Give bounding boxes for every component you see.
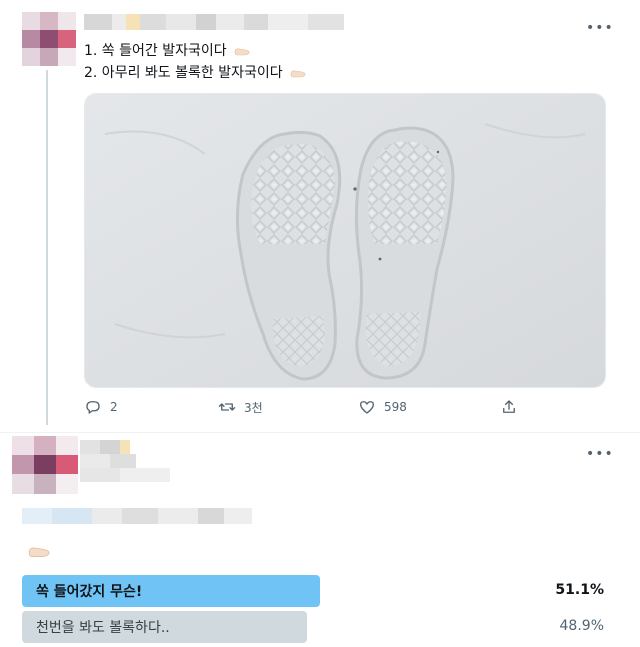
like-count: 598 [384,400,407,414]
tweet-action-bar: 2 3천 598 [84,398,604,418]
poll-option-1-percent: 51.1% [555,582,604,598]
like-button[interactable]: 598 [358,398,407,416]
avatar-pixelated[interactable] [22,12,76,66]
thread-connector-line [46,70,48,425]
tweet-line-2-text: 2. 아무리 봐도 볼록한 발자국이다 [84,65,283,81]
tweet-line-1: 1. 쏙 들어간 발자국이다 [84,40,307,62]
share-icon [503,400,515,413]
reply-author-name-blurred[interactable] [80,440,170,484]
foot-emoji [28,547,50,558]
reply-count: 2 [110,400,118,414]
tweet-line-2: 2. 아무리 봐도 볼록한 발자국이다 [84,62,307,84]
more-options-icon[interactable]: ••• [586,20,614,36]
poll-option-1-label: 쏙 들어갔지 무슨! [36,584,143,600]
snow-photo-drawing [85,94,605,387]
heart-icon [359,401,375,414]
snow-footprints-photo[interactable] [84,93,606,388]
reply-text-blurred [22,508,252,524]
tweet-line-1-text: 1. 쏙 들어간 발자국이다 [84,43,227,59]
poll-option-winner: 쏙 들어갔지 무슨! [22,575,320,607]
reply-avatar-pixelated[interactable] [12,436,78,494]
poll-option-2-percent: 48.9% [559,618,604,634]
reply-button[interactable]: 2 [84,398,118,416]
tweet-divider [0,432,640,433]
reply-more-options-icon[interactable]: ••• [586,446,614,462]
poll-option-loser: 천번을 봐도 볼록하다.. [22,611,307,643]
tweet-text: 1. 쏙 들어간 발자국이다 2. 아무리 봐도 볼록한 발자국이다 [84,40,307,84]
poll-option-2-label: 천번을 봐도 볼록하다.. [36,620,170,636]
retweet-count: 3천 [244,400,263,415]
foot-emoji [234,48,250,56]
reply-icon [86,401,100,414]
share-button[interactable] [500,398,526,416]
retweet-button[interactable]: 3천 [218,398,263,416]
retweet-icon [218,403,236,411]
foot-emoji [290,70,306,78]
author-name-blurred[interactable] [84,14,344,30]
